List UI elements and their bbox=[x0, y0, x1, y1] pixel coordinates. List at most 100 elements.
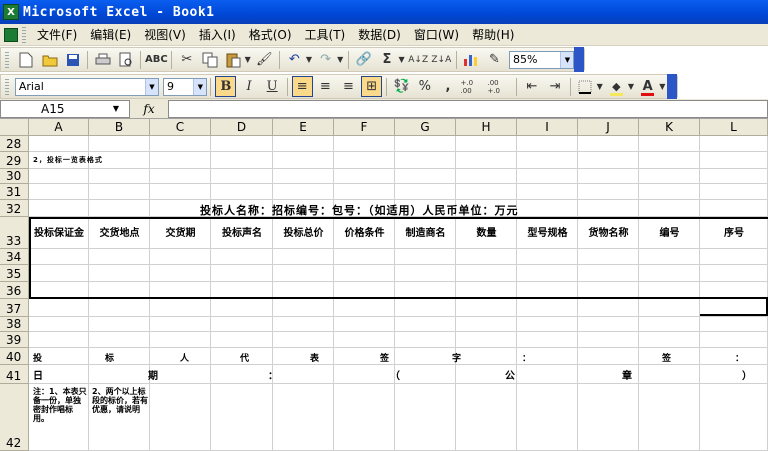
row-header-35[interactable]: 35 bbox=[0, 265, 29, 282]
cell[interactable] bbox=[456, 184, 517, 200]
hyperlink-icon[interactable]: 🔗 bbox=[353, 49, 374, 70]
cell[interactable] bbox=[334, 332, 395, 348]
cell[interactable] bbox=[639, 169, 700, 184]
italic-button[interactable]: I bbox=[238, 76, 259, 97]
menu-tools[interactable]: 工具(T) bbox=[300, 24, 354, 45]
cell[interactable] bbox=[456, 332, 517, 348]
cell[interactable] bbox=[150, 299, 211, 317]
cell[interactable] bbox=[211, 169, 273, 184]
cell[interactable] bbox=[517, 317, 578, 332]
cell[interactable] bbox=[517, 299, 578, 317]
cell[interactable] bbox=[395, 152, 456, 169]
cell[interactable] bbox=[273, 299, 334, 317]
cell[interactable] bbox=[273, 152, 334, 169]
formula-input[interactable] bbox=[168, 99, 768, 118]
cell[interactable] bbox=[456, 152, 517, 169]
column-header-f[interactable]: F bbox=[334, 119, 395, 136]
cell[interactable] bbox=[395, 348, 456, 365]
drawing-icon[interactable]: ✎ bbox=[484, 49, 505, 70]
cell[interactable] bbox=[700, 365, 768, 384]
cell[interactable] bbox=[273, 384, 334, 451]
cell[interactable] bbox=[150, 184, 211, 200]
cell[interactable] bbox=[211, 317, 273, 332]
increase-indent-icon[interactable]: ⇥ bbox=[544, 76, 565, 97]
sort-ascending-icon[interactable]: A↓Z bbox=[408, 49, 429, 70]
toolbar-options-icon[interactable] bbox=[667, 74, 677, 99]
cell[interactable] bbox=[700, 317, 768, 332]
cell[interactable] bbox=[578, 384, 639, 451]
cell[interactable] bbox=[395, 365, 456, 384]
cell[interactable] bbox=[639, 136, 700, 152]
borders-icon[interactable] bbox=[575, 76, 596, 97]
zoom-dropdown-icon[interactable]: ▼ bbox=[560, 51, 574, 68]
paste-icon[interactable] bbox=[222, 49, 243, 70]
cell[interactable] bbox=[273, 348, 334, 365]
cell[interactable] bbox=[89, 365, 150, 384]
cell[interactable] bbox=[211, 184, 273, 200]
select-all-corner[interactable] bbox=[0, 119, 29, 136]
cell[interactable] bbox=[456, 299, 517, 317]
cell[interactable] bbox=[578, 348, 639, 365]
cell[interactable] bbox=[89, 184, 150, 200]
cell[interactable] bbox=[89, 317, 150, 332]
column-header-l[interactable]: L bbox=[700, 119, 768, 136]
row-header-39[interactable]: 39 bbox=[0, 332, 29, 348]
cell[interactable] bbox=[395, 299, 456, 317]
cell[interactable] bbox=[639, 152, 700, 169]
workbook-icon[interactable] bbox=[4, 27, 18, 42]
insert-function-icon[interactable]: fx bbox=[130, 102, 168, 116]
chart-wizard-icon[interactable] bbox=[461, 49, 482, 70]
cell[interactable] bbox=[639, 332, 700, 348]
row-header-28[interactable]: 28 bbox=[0, 136, 29, 152]
row-header-40[interactable]: 40 bbox=[0, 348, 29, 365]
column-header-a[interactable]: A bbox=[29, 119, 89, 136]
column-header-b[interactable]: B bbox=[89, 119, 150, 136]
print-icon[interactable] bbox=[92, 49, 113, 70]
cell[interactable] bbox=[456, 169, 517, 184]
toolbar-grip[interactable] bbox=[5, 51, 9, 68]
paste-dropdown-icon[interactable]: ▼ bbox=[245, 55, 251, 64]
cell[interactable] bbox=[395, 184, 456, 200]
bold-button[interactable]: B bbox=[215, 76, 237, 97]
underline-button[interactable]: U bbox=[262, 76, 283, 97]
borders-dropdown-icon[interactable]: ▼ bbox=[597, 82, 603, 91]
cell[interactable] bbox=[150, 332, 211, 348]
cell[interactable] bbox=[150, 317, 211, 332]
cell[interactable] bbox=[89, 348, 150, 365]
cell[interactable] bbox=[639, 184, 700, 200]
column-header-i[interactable]: I bbox=[517, 119, 578, 136]
percent-button[interactable]: % bbox=[414, 76, 435, 97]
merge-center-icon[interactable]: ⊞ bbox=[361, 76, 383, 97]
cut-icon[interactable]: ✂ bbox=[176, 49, 197, 70]
cell[interactable] bbox=[150, 169, 211, 184]
menu-data[interactable]: 数据(D) bbox=[353, 24, 409, 45]
cell[interactable] bbox=[578, 169, 639, 184]
comma-button[interactable]: , bbox=[437, 76, 458, 97]
spelling-icon[interactable]: ABC bbox=[145, 49, 168, 70]
new-icon[interactable] bbox=[16, 49, 37, 70]
cell[interactable] bbox=[578, 299, 639, 317]
cell[interactable] bbox=[89, 332, 150, 348]
row-header-41[interactable]: 41 bbox=[0, 365, 29, 384]
cell[interactable] bbox=[517, 384, 578, 451]
align-left-icon[interactable]: ≡ bbox=[291, 76, 313, 97]
cell[interactable] bbox=[273, 332, 334, 348]
cell[interactable] bbox=[700, 152, 768, 169]
menu-view[interactable]: 视图(V) bbox=[139, 24, 194, 45]
cell[interactable] bbox=[578, 317, 639, 332]
menu-window[interactable]: 窗口(W) bbox=[409, 24, 467, 45]
cell[interactable] bbox=[150, 136, 211, 152]
cell[interactable] bbox=[273, 365, 334, 384]
cell[interactable] bbox=[639, 365, 700, 384]
cell[interactable] bbox=[334, 136, 395, 152]
cell[interactable] bbox=[700, 348, 768, 365]
cell[interactable] bbox=[211, 152, 273, 169]
menubar-grip[interactable] bbox=[22, 26, 26, 43]
cell[interactable] bbox=[395, 169, 456, 184]
decrease-indent-icon[interactable]: ⇤ bbox=[521, 76, 542, 97]
menu-format[interactable]: 格式(O) bbox=[244, 24, 300, 45]
font-size-dropdown-icon[interactable]: ▼ bbox=[193, 78, 207, 95]
copy-icon[interactable] bbox=[199, 49, 220, 70]
cell[interactable] bbox=[578, 152, 639, 169]
cell[interactable] bbox=[211, 384, 273, 451]
